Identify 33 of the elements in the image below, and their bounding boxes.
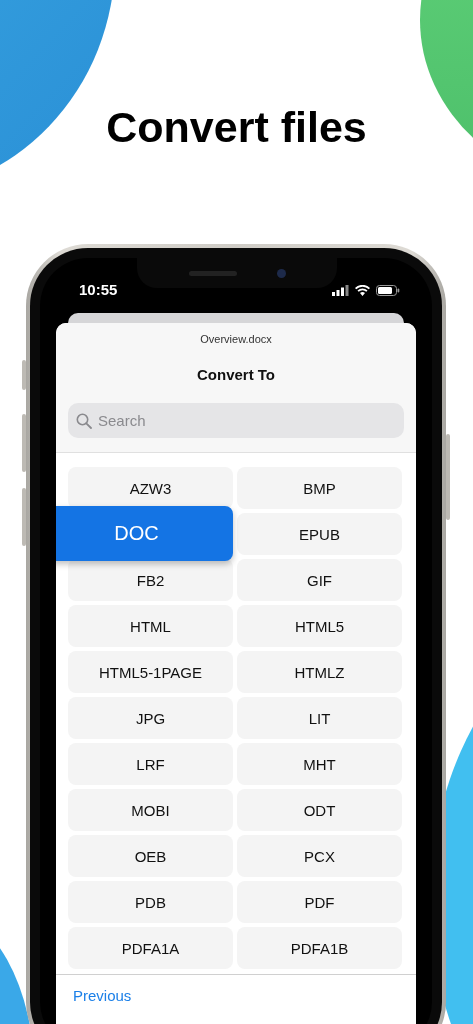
format-button[interactable]: PDFA1B <box>237 927 402 969</box>
format-button[interactable]: LRF <box>68 743 233 785</box>
format-button[interactable]: HTML5-1PAGE <box>68 651 233 693</box>
format-button[interactable]: PDF <box>237 881 402 923</box>
format-button[interactable]: BMP <box>237 467 402 509</box>
format-button[interactable]: PDFA1A <box>68 927 233 969</box>
search-field[interactable]: Search <box>68 403 404 438</box>
format-button[interactable]: JPG <box>68 697 233 739</box>
status-time: 10:55 <box>79 281 118 299</box>
format-button[interactable]: EPUB <box>237 513 402 555</box>
signal-icon <box>332 285 349 296</box>
battery-icon <box>376 285 400 296</box>
format-button[interactable]: GIF <box>237 559 402 601</box>
format-button[interactable]: MHT <box>237 743 402 785</box>
speaker-icon <box>188 270 237 276</box>
format-button[interactable]: PCX <box>237 835 402 877</box>
format-button[interactable]: HTML5 <box>237 605 402 647</box>
file-name: Overview.docx <box>199 332 273 346</box>
format-button[interactable]: ODT <box>237 789 402 831</box>
format-button[interactable]: FB2 <box>68 559 233 601</box>
headline: Convert files <box>106 102 367 153</box>
sheet-title: Convert To <box>195 366 277 384</box>
format-button[interactable]: AZW3 <box>68 467 233 509</box>
wifi-icon <box>355 285 370 296</box>
format-button[interactable]: PDB <box>68 881 233 923</box>
format-button[interactable]: OEB <box>68 835 233 877</box>
previous-button[interactable]: Previous <box>73 987 132 1004</box>
camera-icon <box>276 268 286 278</box>
format-button[interactable]: HTML <box>68 605 233 647</box>
format-button[interactable]: MOBI <box>68 789 233 831</box>
format-button[interactable]: HTMLZ <box>237 651 402 693</box>
format-button[interactable]: LIT <box>237 697 402 739</box>
format-button[interactable]: DOC <box>56 506 233 561</box>
